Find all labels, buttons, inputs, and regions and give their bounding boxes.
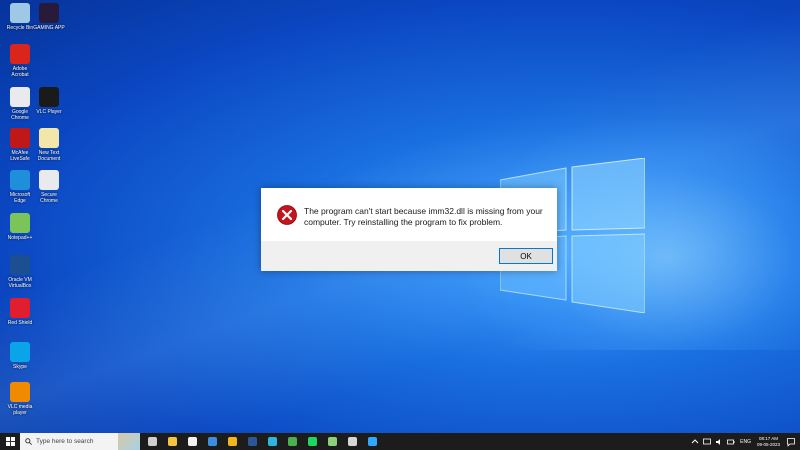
game-app-icon [39,3,59,23]
chrome-icon [10,87,30,107]
desktop-icon-label: Recycle Bin [6,25,34,31]
error-icon [277,205,297,225]
desktop-icon-label: Adobe Acrobat [11,66,29,78]
skype-icon [10,342,30,362]
taskbar-app-glyph [347,437,357,446]
taskbar-apps [140,433,380,450]
chrome-icon [39,170,59,190]
desktop-icon[interactable]: McAfee LiveSafe [4,128,36,162]
taskbar-app-glyph [227,437,237,446]
taskbar-app-glyph [327,437,337,446]
taskbar-app-glyph [307,437,317,446]
desktop-icon[interactable]: Google Chrome [4,87,36,121]
acrobat-icon [10,44,30,64]
taskbar-app-glyph [367,437,377,446]
desktop-icon[interactable]: VLC media player [4,382,36,416]
edge-icon [10,170,30,190]
language-indicator[interactable]: ENG [740,439,751,445]
desktop-icon[interactable]: GAMING APP [33,3,65,31]
desktop-icon[interactable]: VLC Player [33,87,65,115]
photoshop-icon[interactable] [364,433,380,450]
desktop-icon[interactable]: Secure Chrome [33,170,65,204]
chrome-icon[interactable] [224,433,240,450]
edge-icon[interactable] [264,433,280,450]
search-placeholder: Type here to search [36,438,94,445]
taskbar-app-glyph [187,437,197,446]
desktop-icon-label: GAMING APP [33,25,65,31]
shield-icon [10,298,30,318]
clock-time: 08:17 AM [758,436,778,441]
recycle-bin-icon [10,3,30,23]
desktop-icon[interactable]: Notepad++ [4,213,36,241]
search-highlight-image [118,433,140,450]
taskbar-search-box[interactable]: Type here to search [20,433,140,450]
store-icon[interactable] [184,433,200,450]
word-icon[interactable] [244,433,260,450]
desktop-icon-label: Secure Chrome [40,192,58,204]
taskbar-app-glyph [167,437,177,446]
desktop-icon[interactable]: Oracle VM VirtualBox [4,255,36,289]
vlc-icon [39,87,59,107]
clock-date: 09-05-2023 [756,441,780,447]
desktop-icon-label: McAfee LiveSafe [10,150,30,162]
chrome-icon[interactable] [284,433,300,450]
notepad-icon[interactable] [324,433,340,450]
clock[interactable]: 08:17 AM 09-05-2023 [757,436,780,447]
network-icon[interactable] [703,438,712,446]
desktop-icon-label: Oracle VM VirtualBox [8,277,32,289]
desktop-icon-label: New Text Document [37,150,61,162]
desktop-icon[interactable]: Red Shield [4,298,36,326]
desktop-icon[interactable]: New Text Document [33,128,65,162]
taskbar-app-glyph [287,437,297,446]
desktop-icon[interactable]: Skype [4,342,36,370]
system-tray: ENG 08:17 AM 09-05-2023 [687,433,800,450]
dialog-body: The program can't start because imm32.dl… [261,188,557,241]
desktop-icon-label: Skype [13,364,27,370]
desktop-icon[interactable]: Recycle Bin [4,3,36,31]
task-view-icon[interactable] [144,433,160,450]
chevron-up-icon[interactable] [691,438,699,446]
mcafee-icon [10,128,30,148]
text-document-icon [39,128,59,148]
taskbar: Type here to search ENG 08:17 AM 09-05-2… [0,433,800,450]
error-dialog: The program can't start because imm32.dl… [261,188,557,271]
taskbar-app-glyph [267,437,277,446]
desktop-icon-label: Red Shield [7,320,33,326]
files-icon[interactable] [344,433,360,450]
battery-icon[interactable] [727,438,735,446]
notification-icon[interactable] [786,437,796,447]
start-button[interactable] [0,433,20,450]
windows-start-icon [5,437,15,446]
search-icon [25,438,32,445]
desktop-icon-label: VLC Player [36,109,62,115]
volume-icon[interactable] [715,438,723,446]
ok-button[interactable]: OK [499,248,553,264]
taskbar-app-glyph [207,437,217,446]
desktop-icon[interactable]: Adobe Acrobat [4,44,36,78]
desktop-icon-label: Google Chrome [11,109,29,121]
desktop-icon[interactable]: Microsoft Edge [4,170,36,204]
error-message: The program can't start because imm32.dl… [304,206,543,227]
desktop-icon-label: Microsoft Edge [9,192,31,204]
desktop-icon-label: Notepad++ [7,235,33,241]
spotify-icon[interactable] [304,433,320,450]
file-explorer-icon[interactable] [164,433,180,450]
taskbar-app-glyph [147,437,157,446]
desktop-icon-label: VLC media player [7,404,33,416]
virtualbox-icon [10,255,30,275]
dialog-footer: OK [261,241,557,271]
mail-icon[interactable] [204,433,220,450]
vlc-cone-icon [10,382,30,402]
notepad-icon [10,213,30,233]
taskbar-app-glyph [247,437,257,446]
